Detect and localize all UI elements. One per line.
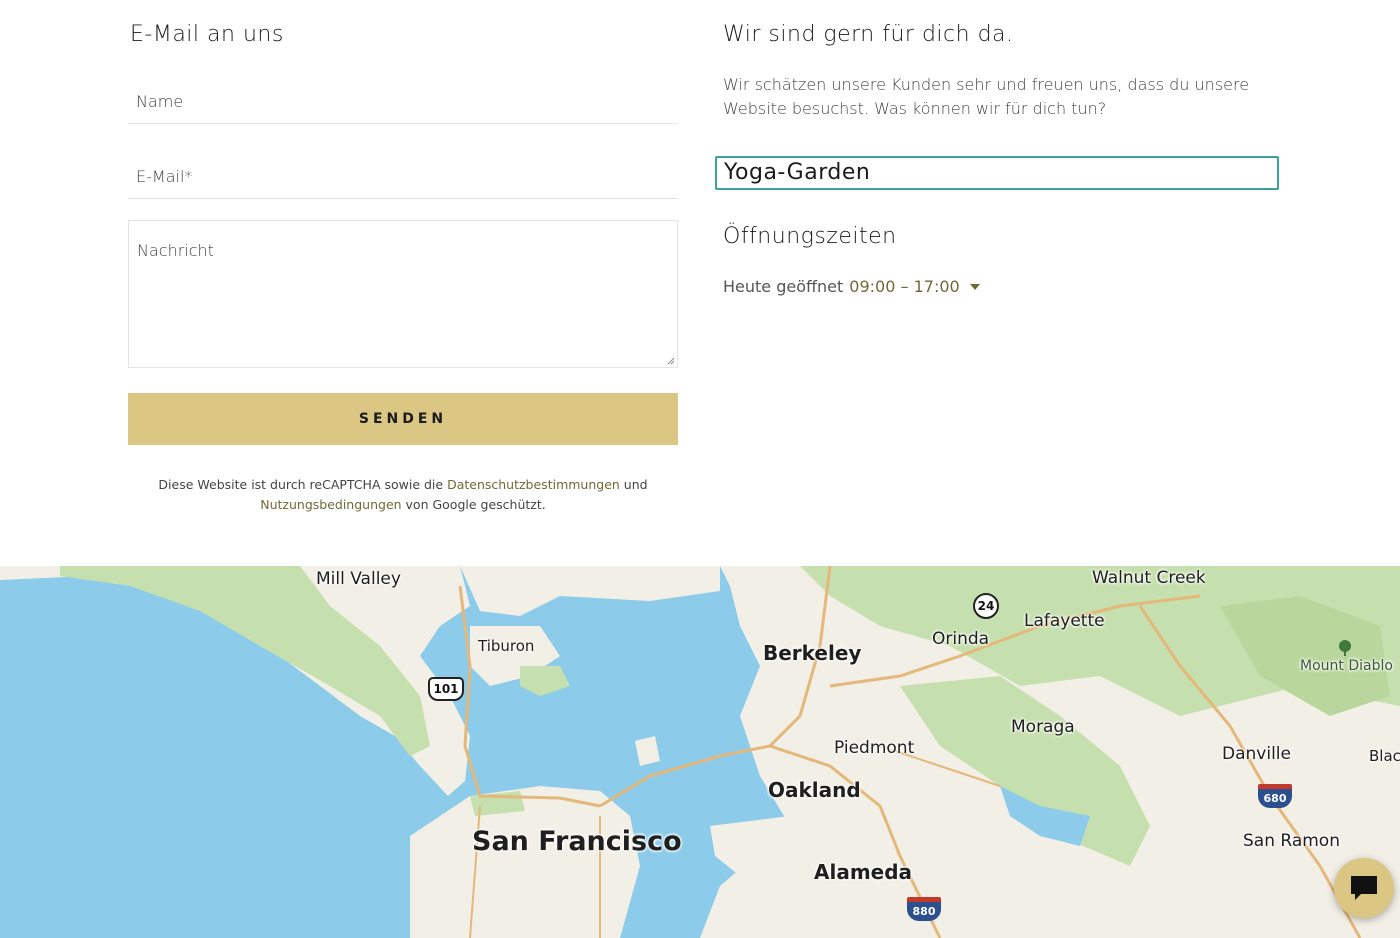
location-map[interactable]: Mill Valley Tiburon Berkeley Orinda Lafa… [0,566,1400,938]
ca24-shield: 24 [973,593,999,619]
map-label-mount-diablo: Mount Diablo [1300,658,1393,674]
map-label-lafayette: Lafayette [1024,611,1105,631]
map-label-san-ramon: San Ramon [1243,831,1340,851]
recaptcha-text-and: und [619,477,648,492]
map-label-san-francisco: San Francisco [472,826,682,857]
hours-today-label: Heute geöffnet [723,277,844,296]
terms-link[interactable]: Nutzungsbedingungen [260,497,401,512]
business-name: Yoga-Garden [715,156,1279,190]
recaptcha-notice: Diese Website ist durch reCAPTCHA sowie … [128,475,678,515]
recaptcha-text-after: von Google geschützt. [401,497,546,512]
chat-button[interactable] [1334,858,1394,918]
contact-form-title: E-Mail an uns [130,22,284,47]
map-label-alameda: Alameda [814,860,913,884]
message-placeholder: Nachricht [137,241,214,260]
map-label-tiburon: Tiburon [478,637,535,655]
map-base [0,566,1400,938]
info-description: Wir schätzen unsere Kunden sehr und freu… [723,75,1250,118]
map-label-oakland: Oakland [768,778,861,802]
chat-bubble-icon [1351,876,1377,900]
map-label-danville: Danville [1222,744,1291,764]
map-label-orinda: Orinda [932,629,990,649]
send-button[interactable]: SENDEN [128,393,678,445]
caret-down-icon [969,283,980,290]
map-label-mill-valley: Mill Valley [316,569,401,589]
i680-shield: 680 [1258,784,1292,808]
hours-title: Öffnungszeiten [723,224,897,249]
privacy-link[interactable]: Datenschutzbestimmungen [447,477,620,492]
recaptcha-text-before: Diese Website ist durch reCAPTCHA sowie … [158,477,448,492]
info-title: Wir sind gern für dich da. [723,22,1014,47]
message-textarea[interactable]: Nachricht [128,220,678,368]
us101-shield: 101 [428,677,464,701]
i880-shield: 880 [907,897,941,921]
map-label-berkeley: Berkeley [763,641,862,665]
email-field[interactable]: E-Mail* [128,151,678,199]
contact-section: E-Mail an uns Name E-Mail* Nachricht SEN… [0,0,1400,566]
email-placeholder: E-Mail* [136,167,193,186]
name-placeholder: Name [136,92,184,111]
map-label-walnut-creek: Walnut Creek [1092,568,1206,588]
hours-today-time: 09:00 – 17:00 [849,277,960,296]
resize-grip-icon[interactable] [667,357,675,365]
map-label-piedmont: Piedmont [834,738,915,758]
name-field[interactable]: Name [128,76,678,124]
map-label-blackhawk: Blac [1369,747,1400,765]
map-label-moraga: Moraga [1011,717,1075,737]
hours-today-toggle[interactable]: Heute geöffnet 09:00 – 17:00 [723,277,980,296]
tree-icon [1339,640,1351,656]
